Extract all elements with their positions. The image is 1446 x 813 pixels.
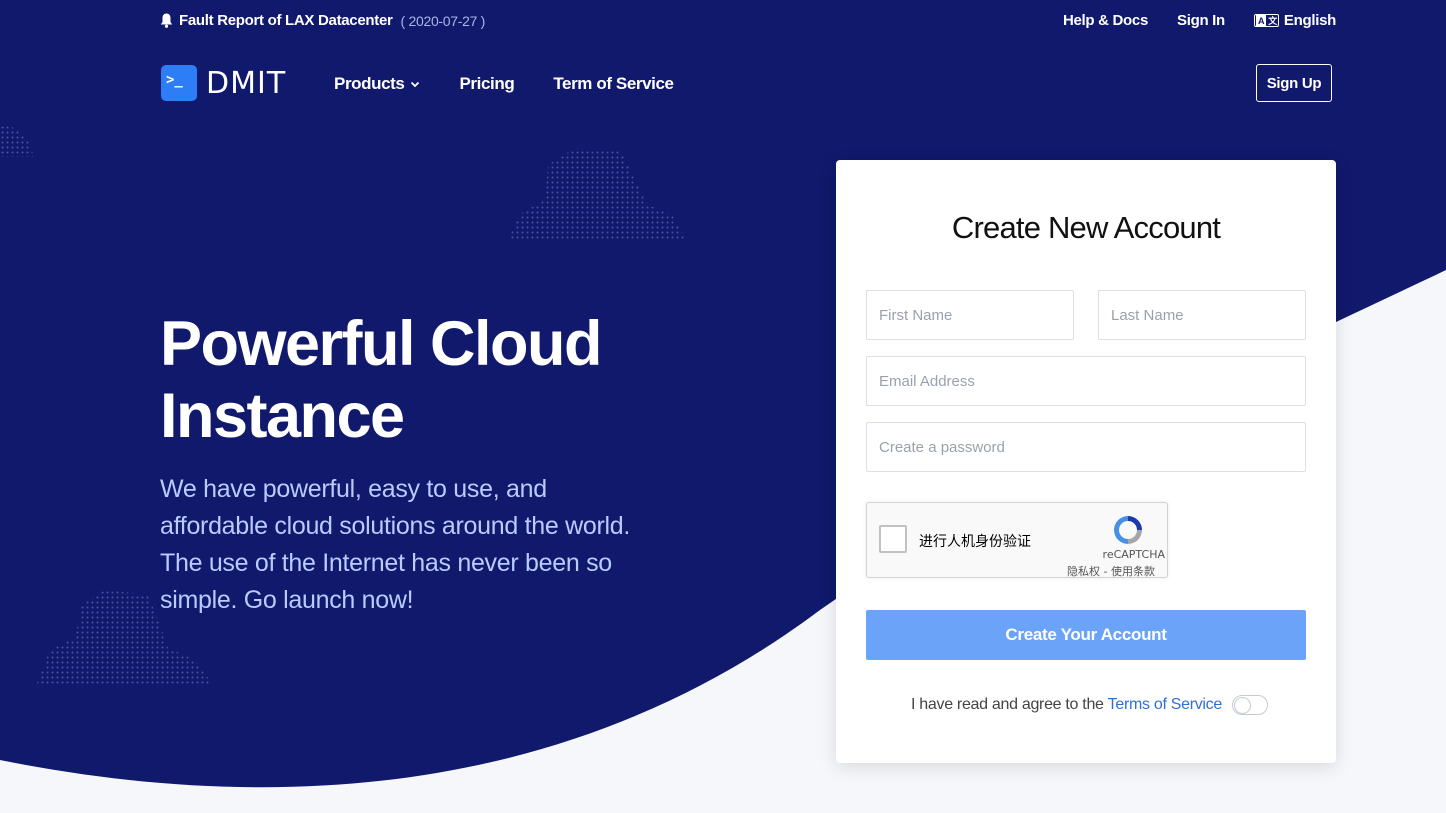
sign-up-button[interactable]: Sign Up bbox=[1256, 64, 1332, 102]
password-input[interactable] bbox=[866, 422, 1306, 472]
signup-card: Create New Account 进行人机身份验证 reCAPTCHA 隐私… bbox=[836, 160, 1336, 763]
last-name-input[interactable] bbox=[1098, 290, 1306, 340]
first-name-input[interactable] bbox=[866, 290, 1074, 340]
nav-item-pricing[interactable]: Pricing bbox=[459, 74, 514, 94]
recaptcha-brand: reCAPTCHA bbox=[1102, 548, 1165, 561]
create-account-button[interactable]: Create Your Account bbox=[866, 610, 1306, 660]
recaptcha-terms-link[interactable]: 使用条款 bbox=[1111, 565, 1155, 578]
sign-in-link[interactable]: Sign In bbox=[1177, 12, 1225, 29]
translate-icon: A文 bbox=[1253, 14, 1279, 27]
top-links: Help & Docs Sign In A文 English bbox=[1063, 12, 1336, 29]
recaptcha-widget: 进行人机身份验证 reCAPTCHA 隐私权 - 使用条款 bbox=[866, 502, 1168, 578]
nav-item-terms[interactable]: Term of Service bbox=[553, 74, 674, 94]
notice-date: ( 2020-07-27 ) bbox=[400, 12, 486, 29]
recaptcha-privacy-link[interactable]: 隐私权 bbox=[1067, 565, 1100, 578]
recaptcha-logo-icon bbox=[1114, 516, 1142, 544]
agree-toggle[interactable] bbox=[1231, 695, 1268, 715]
terminal-icon: >_ bbox=[161, 65, 197, 101]
help-docs-link[interactable]: Help & Docs bbox=[1063, 12, 1148, 29]
logo[interactable]: >_ DMIT bbox=[161, 65, 286, 101]
notice-text[interactable]: Fault Report of LAX Datacenter bbox=[179, 12, 393, 29]
email-input[interactable] bbox=[866, 356, 1306, 406]
recaptcha-separator: - bbox=[1100, 565, 1111, 578]
hero-subtitle: We have powerful, easy to use, and affor… bbox=[160, 475, 630, 614]
nav-item-products[interactable]: Products bbox=[334, 74, 420, 94]
logo-text: DMIT bbox=[206, 65, 287, 101]
form-title: Create New Account bbox=[951, 210, 1221, 245]
language-label: English bbox=[1283, 12, 1336, 29]
recaptcha-checkbox[interactable] bbox=[879, 525, 907, 553]
recaptcha-links: 隐私权 - 使用条款 bbox=[1067, 563, 1155, 579]
chevron-down-icon bbox=[411, 81, 420, 88]
language-switcher[interactable]: A文 English bbox=[1253, 12, 1336, 29]
nav-menu: Products Pricing Term of Service bbox=[334, 74, 674, 94]
terms-of-service-link[interactable]: Terms of Service bbox=[1108, 696, 1223, 714]
top-bar: Fault Report of LAX Datacenter ( 2020-07… bbox=[0, 0, 1446, 44]
recaptcha-label: 进行人机身份验证 bbox=[919, 534, 1031, 550]
hero-title-line2: Instance bbox=[160, 381, 405, 451]
fault-notice[interactable]: Fault Report of LAX Datacenter ( 2020-07… bbox=[160, 12, 485, 29]
bell-icon bbox=[160, 13, 173, 28]
hero-title-line1: Powerful Cloud bbox=[160, 309, 602, 379]
nav-item-label: Products bbox=[334, 74, 405, 93]
terms-agreement: I have read and agree to the Terms of Se… bbox=[911, 695, 1268, 715]
agree-text: I have read and agree to the bbox=[911, 696, 1104, 713]
hero-title: Powerful Cloud Instance bbox=[160, 308, 720, 452]
main-nav: >_ DMIT Products Pricing Term of Service… bbox=[0, 60, 1446, 108]
